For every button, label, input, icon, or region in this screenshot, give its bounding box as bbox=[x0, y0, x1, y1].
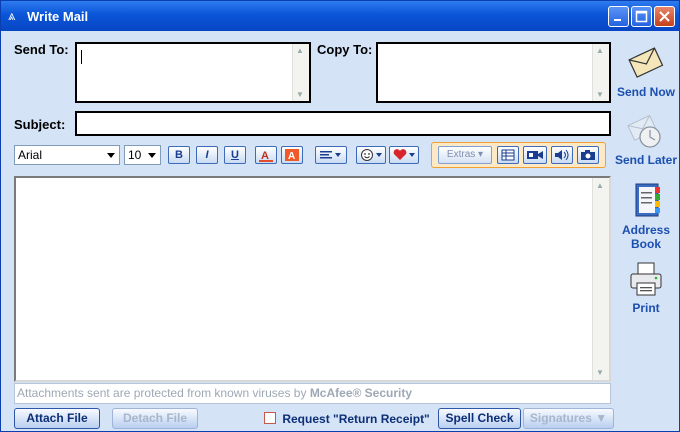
font-size-select[interactable]: 10 bbox=[124, 145, 161, 165]
printer-icon bbox=[630, 262, 662, 296]
signatures-button[interactable]: Signatures ▼ bbox=[523, 408, 614, 429]
send-now-button[interactable]: Send Now bbox=[613, 43, 679, 99]
signatures-label: Signatures ▼ bbox=[529, 411, 608, 425]
message-body[interactable]: ▲ ▼ bbox=[14, 176, 611, 382]
address-book-button[interactable]: Address Book bbox=[613, 181, 679, 251]
heart-icon bbox=[393, 149, 415, 160]
align-button[interactable] bbox=[315, 146, 347, 164]
spell-check-label: Spell Check bbox=[445, 411, 514, 425]
smiley-button[interactable] bbox=[356, 146, 386, 164]
text-color-icon: A bbox=[259, 150, 273, 162]
bold-button[interactable]: B bbox=[168, 146, 190, 164]
app-logo-icon: ⩓ bbox=[8, 8, 16, 23]
font-value: Arial bbox=[18, 148, 43, 162]
print-button[interactable]: Print bbox=[613, 259, 679, 315]
insert-sound-button[interactable] bbox=[551, 146, 573, 164]
minimize-icon bbox=[614, 19, 621, 21]
insert-heart-button[interactable] bbox=[389, 146, 419, 164]
speaker-icon bbox=[555, 149, 569, 161]
return-receipt-checkbox[interactable] bbox=[264, 412, 276, 424]
message-scrollbar[interactable]: ▲ ▼ bbox=[592, 178, 609, 380]
subject-label: Subject: bbox=[14, 117, 66, 132]
minimize-button[interactable] bbox=[608, 6, 629, 27]
chevron-down-icon[interactable] bbox=[145, 146, 160, 164]
address-book-label-2: Book bbox=[631, 237, 661, 251]
send-to-scrollbar[interactable]: ▲ ▼ bbox=[292, 44, 309, 101]
insert-table-button[interactable] bbox=[497, 146, 519, 164]
clock-envelope-icon bbox=[627, 114, 661, 148]
address-book-label-1: Address bbox=[621, 223, 671, 237]
underline-button[interactable]: U bbox=[224, 146, 246, 164]
scroll-up-icon[interactable]: ▲ bbox=[296, 46, 304, 55]
attachment-note-text: Attachments sent are protected from know… bbox=[17, 386, 310, 400]
copy-to-field[interactable]: ▲ ▼ bbox=[376, 42, 611, 103]
detach-file-button[interactable]: Detach File bbox=[112, 408, 198, 429]
scroll-down-icon[interactable]: ▼ bbox=[596, 90, 604, 99]
scroll-up-icon[interactable]: ▲ bbox=[596, 181, 604, 190]
underline-icon: U bbox=[231, 149, 239, 161]
maximize-button[interactable] bbox=[631, 6, 652, 27]
detach-file-label: Detach File bbox=[122, 411, 188, 425]
title-bar[interactable]: ⩓ Write Mail bbox=[1, 1, 679, 31]
mcafee-brand: McAfee® Security bbox=[309, 386, 413, 400]
write-mail-window: ⩓ Write Mail Send To: ▲ ▼ Copy To: ▲ ▼ S… bbox=[0, 0, 680, 432]
copy-to-label: Copy To: bbox=[317, 42, 373, 57]
font-size-value: 10 bbox=[128, 148, 142, 162]
extras-toolbar: Extras ▾ bbox=[431, 142, 606, 168]
maximize-icon bbox=[635, 10, 648, 23]
send-later-button[interactable]: Send Later bbox=[613, 111, 679, 167]
font-select[interactable]: Arial bbox=[14, 145, 120, 165]
close-icon bbox=[659, 11, 670, 22]
extras-button[interactable]: Extras ▾ bbox=[438, 146, 492, 164]
camera-icon bbox=[581, 150, 595, 160]
spell-check-button[interactable]: Spell Check bbox=[438, 408, 521, 429]
insert-video-button[interactable] bbox=[523, 146, 547, 164]
subject-field[interactable] bbox=[75, 111, 611, 136]
envelope-icon bbox=[628, 47, 664, 78]
send-to-field[interactable]: ▲ ▼ bbox=[75, 42, 311, 103]
italic-icon: I bbox=[205, 149, 209, 161]
send-now-label: Send Now bbox=[616, 85, 675, 99]
text-color-button[interactable]: A bbox=[255, 146, 277, 164]
insert-picture-button[interactable] bbox=[577, 146, 599, 164]
address-book-icon bbox=[635, 183, 660, 217]
attach-file-label: Attach File bbox=[26, 411, 88, 425]
highlight-color-icon: A bbox=[285, 149, 299, 162]
send-later-label: Send Later bbox=[614, 153, 677, 167]
text-cursor bbox=[81, 50, 82, 64]
svg-text:A: A bbox=[288, 151, 295, 162]
scroll-up-icon[interactable]: ▲ bbox=[596, 46, 604, 55]
table-icon bbox=[501, 149, 515, 161]
attachment-note: Attachments sent are protected from know… bbox=[14, 383, 611, 404]
print-label: Print bbox=[632, 301, 660, 315]
italic-button[interactable]: I bbox=[196, 146, 218, 164]
return-receipt-label: Request "Return Receipt" bbox=[282, 412, 430, 426]
attach-file-button[interactable]: Attach File bbox=[14, 408, 100, 429]
smiley-icon bbox=[361, 149, 382, 161]
video-icon bbox=[527, 151, 543, 159]
window-title: Write Mail bbox=[27, 9, 89, 24]
return-receipt-option[interactable]: Request "Return Receipt" bbox=[264, 412, 430, 426]
align-left-icon bbox=[320, 151, 341, 159]
extras-label: Extras bbox=[446, 149, 476, 160]
copy-to-scrollbar[interactable]: ▲ ▼ bbox=[592, 44, 609, 101]
scroll-down-icon[interactable]: ▼ bbox=[596, 368, 604, 377]
scroll-down-icon[interactable]: ▼ bbox=[296, 90, 304, 99]
highlight-color-button[interactable]: A bbox=[281, 146, 303, 164]
bold-icon: B bbox=[175, 149, 183, 161]
send-to-label: Send To: bbox=[14, 42, 69, 57]
chevron-down-icon[interactable] bbox=[104, 146, 119, 164]
close-button[interactable] bbox=[654, 6, 675, 27]
